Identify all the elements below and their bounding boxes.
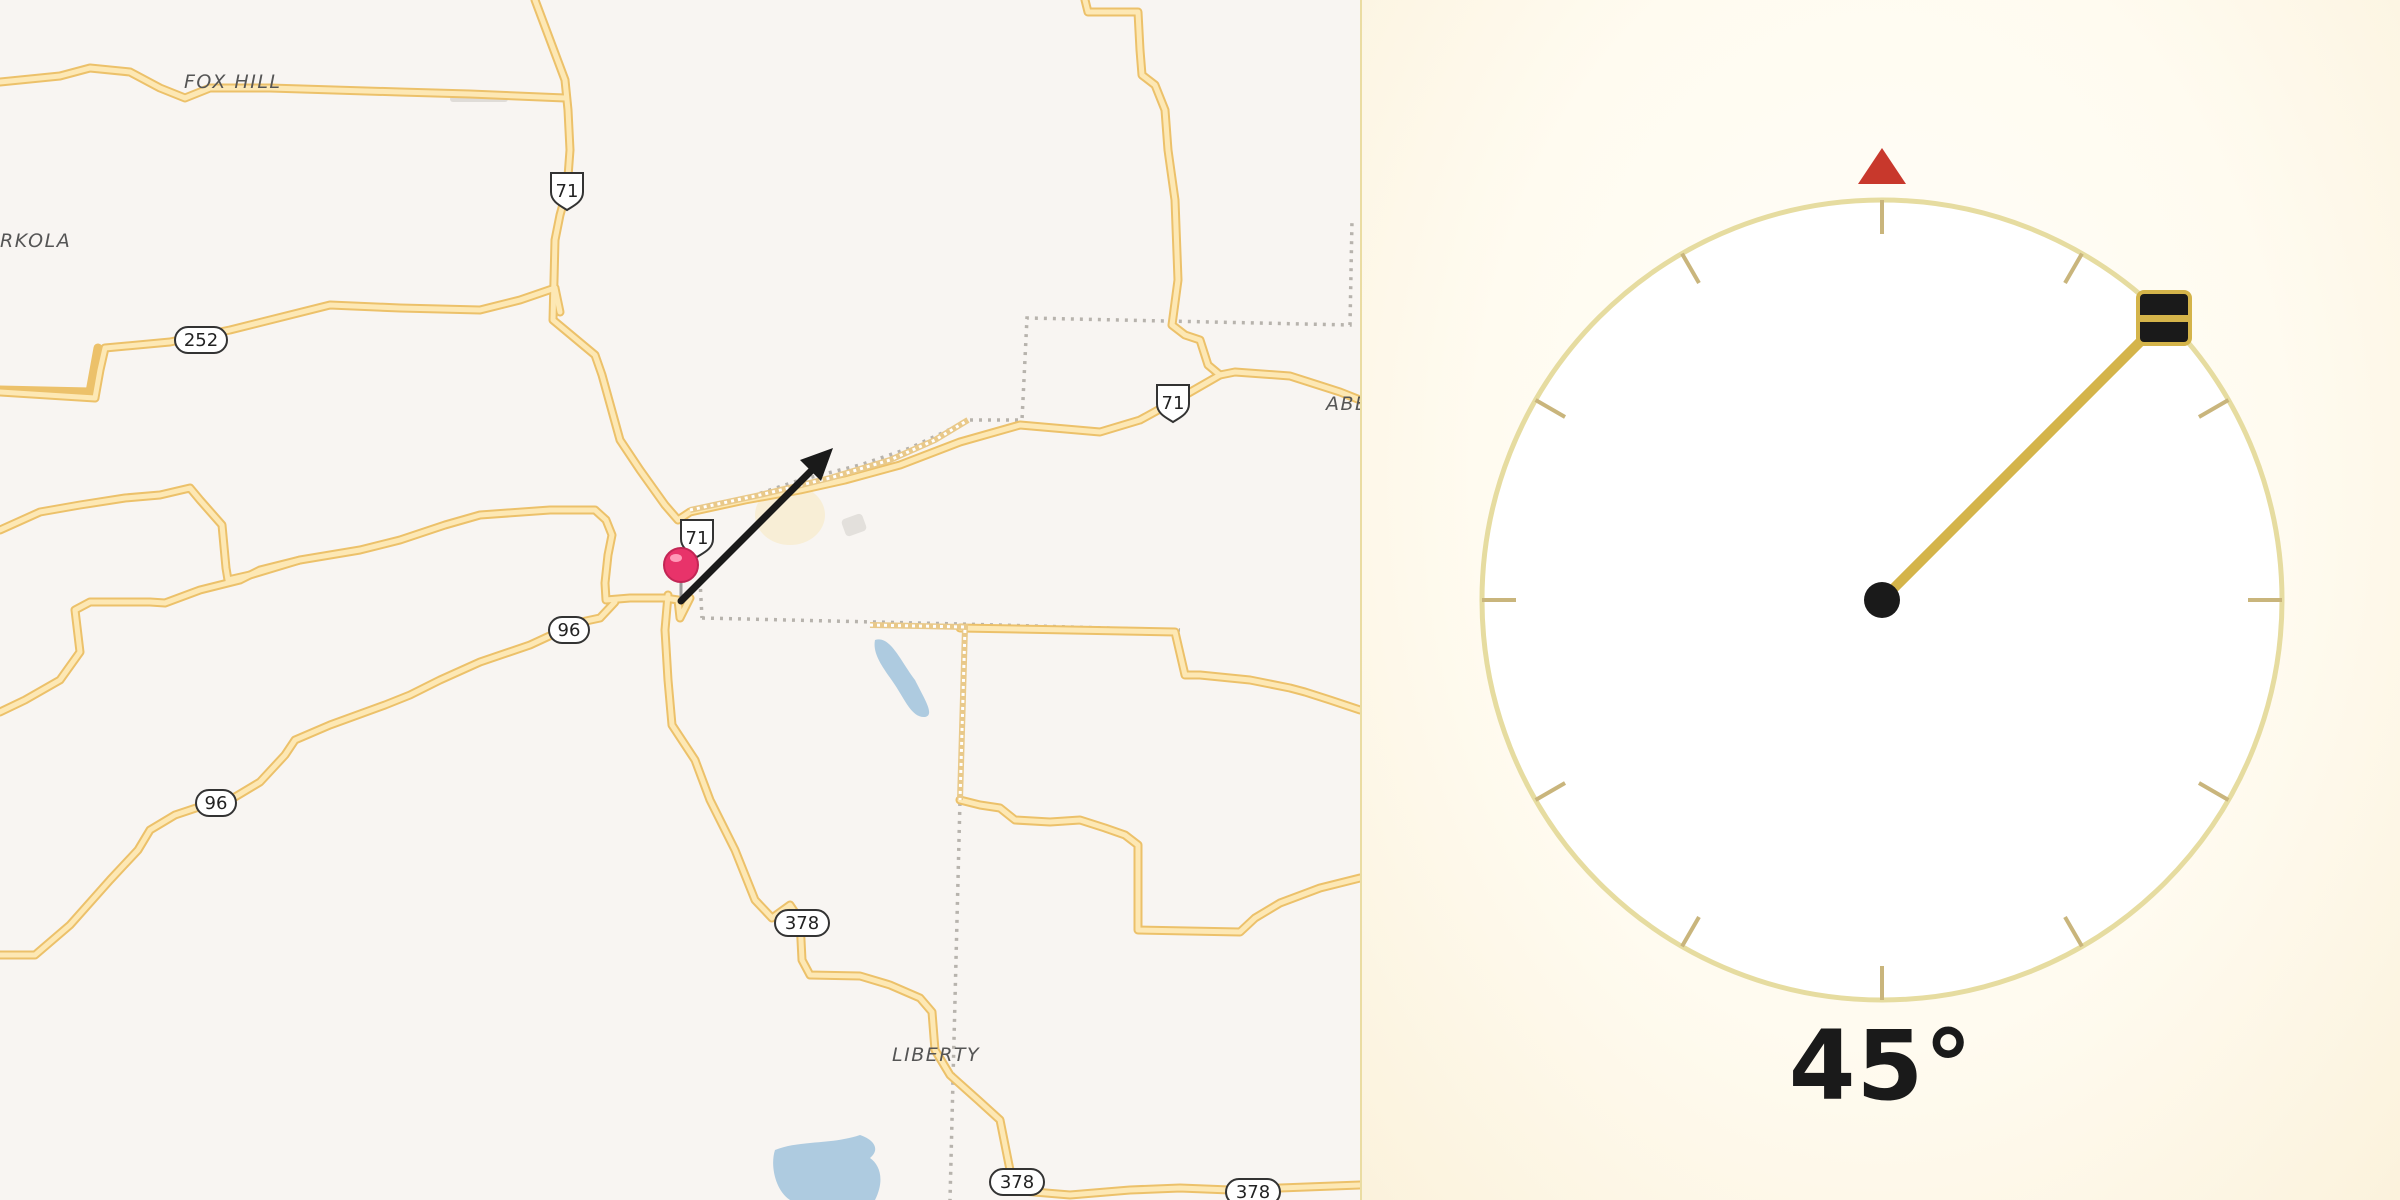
- lake: [874, 639, 930, 718]
- svg-text:71: 71: [686, 528, 709, 549]
- dial-handle-icon[interactable]: [2136, 290, 2192, 346]
- dial-center-hub: [1864, 582, 1900, 618]
- svg-text:96: 96: [558, 620, 581, 641]
- place-label: ABE: [1324, 393, 1360, 415]
- us-route-shield: 71: [1156, 384, 1190, 424]
- railway: [689, 417, 970, 801]
- svg-text:96: 96: [205, 793, 228, 814]
- svg-text:252: 252: [184, 330, 218, 351]
- map-view[interactable]: FOX HILL RKOLA ABE LIBERTY 71 71 71 252 …: [0, 0, 1360, 1200]
- svg-text:71: 71: [1162, 393, 1185, 414]
- svg-text:378: 378: [1000, 1172, 1034, 1193]
- us-route-shield: 71: [550, 172, 584, 212]
- svg-text:378: 378: [785, 913, 819, 934]
- svg-text:378: 378: [1236, 1182, 1270, 1200]
- state-route-shield: 252: [174, 326, 228, 354]
- state-route-shield: 96: [195, 789, 237, 817]
- lake: [773, 1135, 881, 1200]
- heading-dial-panel: 45°: [1362, 0, 2400, 1200]
- state-route-shield: 378: [989, 1168, 1045, 1196]
- building-area: [841, 513, 867, 537]
- place-label: RKOLA: [0, 230, 71, 252]
- place-label: FOX HILL: [184, 71, 282, 93]
- boundary-lines: [689, 219, 1354, 1200]
- state-route-shield: 96: [548, 616, 590, 644]
- state-route-shield: 378: [774, 909, 830, 937]
- svg-text:71: 71: [556, 181, 579, 202]
- heading-readout: 45°: [1788, 1010, 1974, 1122]
- north-triangle-icon: [1858, 148, 1906, 184]
- state-route-shield: 378: [1225, 1178, 1281, 1200]
- place-label: LIBERTY: [892, 1044, 980, 1066]
